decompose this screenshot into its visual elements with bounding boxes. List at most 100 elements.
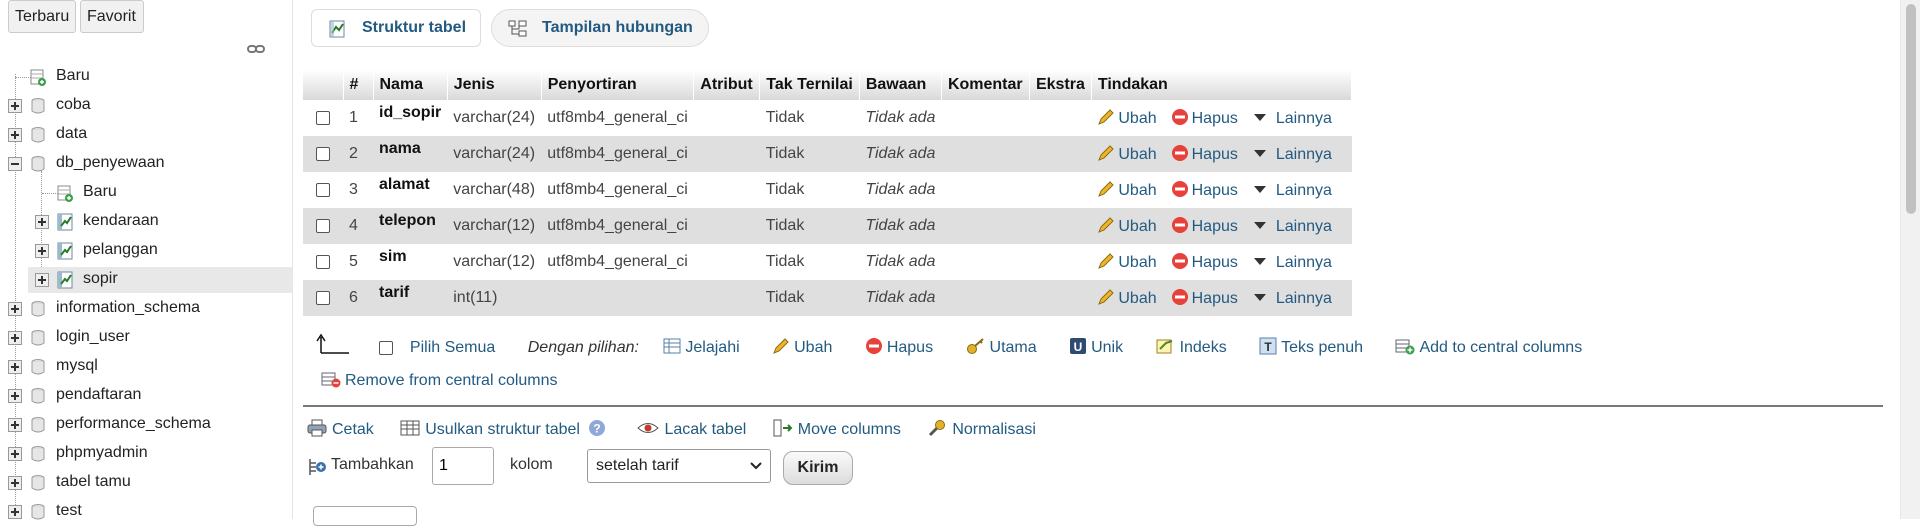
bulk-drop-button[interactable]: Hapus	[865, 338, 933, 356]
header-collation[interactable]: Penyortiran	[541, 70, 695, 100]
more-button[interactable]: Lainnya	[1252, 254, 1332, 271]
tree-db-db-penyewaan[interactable]: db_penyewaan	[0, 151, 293, 177]
expand-icon[interactable]	[8, 389, 22, 403]
header-name[interactable]: Nama	[373, 70, 448, 100]
recent-tab[interactable]: Terbaru	[8, 0, 76, 33]
print-link[interactable]: Cetak	[307, 419, 374, 438]
tree-db-test[interactable]: test	[0, 499, 293, 525]
submit-button[interactable]: Kirim	[783, 451, 853, 485]
tree-db-coba[interactable]: coba	[0, 93, 293, 119]
tree-item-label[interactable]: mysql	[56, 357, 98, 375]
tree-db-performance-schema[interactable]: performance_schema	[0, 412, 293, 438]
help-icon[interactable]: ?	[588, 419, 606, 437]
tree-item-label[interactable]: phpmyadmin	[56, 444, 148, 462]
expand-icon[interactable]	[35, 215, 49, 229]
track-table-link[interactable]: Lacak tabel	[637, 421, 746, 438]
column-name[interactable]: sim	[373, 244, 448, 280]
tree-item-label[interactable]: Baru	[83, 183, 117, 201]
bulk-primary-button[interactable]: Utama	[966, 338, 1037, 356]
edit-button[interactable]: Ubah	[1097, 217, 1157, 235]
move-columns-link[interactable]: Move columns	[773, 419, 901, 438]
expand-icon[interactable]	[35, 244, 49, 258]
edit-button[interactable]: Ubah	[1097, 145, 1157, 163]
tree-db-mysql[interactable]: mysql	[0, 354, 293, 380]
expand-icon[interactable]	[8, 418, 22, 432]
relation-view-button[interactable]: Tampilan hubungan	[491, 9, 709, 47]
tree-db-login-user[interactable]: login_user	[0, 325, 293, 351]
expand-icon[interactable]	[35, 273, 49, 287]
tree-db-data[interactable]: data	[0, 122, 293, 148]
header-null[interactable]: Tak Ternilai	[759, 70, 860, 100]
propose-structure-link[interactable]: Usulkan struktur tabel?	[400, 419, 611, 438]
more-button[interactable]: Lainnya	[1252, 110, 1332, 127]
add-central-columns-button[interactable]: Add to central columns	[1395, 339, 1582, 356]
column-name[interactable]: id_sopir	[373, 100, 448, 136]
column-name[interactable]: telepon	[373, 208, 448, 244]
tree-item-label[interactable]: test	[56, 502, 82, 520]
header-comment[interactable]: Komentar	[941, 70, 1030, 100]
bulk-fulltext-button[interactable]: T Teks penuh	[1259, 337, 1363, 356]
tree-db-tabel-tamu[interactable]: tabel tamu	[0, 470, 293, 496]
expand-icon[interactable]	[8, 99, 22, 113]
tree-item-label[interactable]: db_penyewaan	[56, 154, 165, 172]
collapse-icon[interactable]	[8, 157, 22, 171]
edit-button[interactable]: Ubah	[1097, 253, 1157, 271]
header-attributes[interactable]: Atribut	[693, 70, 761, 100]
row-checkbox[interactable]	[316, 146, 330, 161]
expand-icon[interactable]	[8, 476, 22, 490]
tree-item-label[interactable]: pelanggan	[83, 241, 158, 259]
remove-central-columns-button[interactable]: Remove from central columns	[321, 372, 558, 389]
drop-button[interactable]: Hapus	[1171, 289, 1238, 307]
row-checkbox[interactable]	[316, 110, 330, 125]
tree-table-baru[interactable]: Baru	[0, 180, 293, 206]
more-button[interactable]: Lainnya	[1252, 146, 1332, 163]
column-name[interactable]: alamat	[373, 172, 448, 208]
more-button[interactable]: Lainnya	[1252, 182, 1332, 199]
column-name[interactable]: nama	[373, 136, 448, 172]
edit-button[interactable]: Ubah	[1097, 109, 1157, 127]
expand-icon[interactable]	[8, 447, 22, 461]
row-checkbox[interactable]	[316, 290, 330, 305]
header-extra[interactable]: Ekstra	[1029, 70, 1092, 100]
bulk-index-button[interactable]: Indeks	[1156, 339, 1227, 356]
expand-icon[interactable]	[8, 505, 22, 519]
column-count-input[interactable]	[432, 447, 494, 485]
more-button[interactable]: Lainnya	[1252, 290, 1332, 307]
drop-button[interactable]: Hapus	[1171, 253, 1238, 271]
tree-item-label[interactable]: data	[56, 125, 87, 143]
tree-item-label[interactable]: coba	[56, 96, 91, 114]
tree-table-pelanggan[interactable]: pelanggan	[0, 238, 293, 264]
bulk-edit-button[interactable]: Ubah	[772, 338, 832, 356]
tree-item-label[interactable]: login_user	[56, 328, 130, 346]
drop-button[interactable]: Hapus	[1171, 145, 1238, 163]
tree-item-label[interactable]: kendaraan	[83, 212, 159, 230]
header-type[interactable]: Jenis	[447, 70, 542, 100]
tree-table-kendaraan[interactable]: kendaraan	[0, 209, 293, 235]
tree-item-label[interactable]: information_schema	[56, 299, 200, 317]
row-checkbox[interactable]	[316, 218, 330, 233]
tree-db-phpmyadmin[interactable]: phpmyadmin	[0, 441, 293, 467]
expand-icon[interactable]	[8, 360, 22, 374]
table-structure-button[interactable]: Struktur tabel	[311, 9, 481, 47]
tree-item-label[interactable]: Baru	[56, 67, 90, 85]
tree-db-information-schema[interactable]: information_schema	[0, 296, 293, 322]
check-all-checkbox[interactable]	[379, 340, 394, 355]
drop-button[interactable]: Hapus	[1171, 109, 1238, 127]
column-name[interactable]: tarif	[373, 280, 448, 316]
favorites-tab[interactable]: Favorit	[80, 0, 144, 33]
check-all-label[interactable]: Pilih Semua	[410, 339, 495, 356]
link-icon[interactable]	[247, 44, 265, 54]
header-default[interactable]: Bawaan	[859, 70, 942, 100]
tree-item-label[interactable]: tabel tamu	[56, 473, 131, 491]
tree-item-label[interactable]: performance_schema	[56, 415, 211, 433]
more-button[interactable]: Lainnya	[1252, 218, 1332, 235]
row-checkbox[interactable]	[316, 254, 330, 269]
tree-item-label[interactable]: sopir	[83, 270, 118, 288]
normalize-link[interactable]: Normalisasi	[927, 420, 1036, 438]
edit-button[interactable]: Ubah	[1097, 289, 1157, 307]
tree-item-label[interactable]: pendaftaran	[56, 386, 141, 404]
drop-button[interactable]: Hapus	[1171, 181, 1238, 199]
expand-icon[interactable]	[8, 128, 22, 142]
page-scrollbar[interactable]	[1900, 0, 1920, 519]
expand-icon[interactable]	[8, 331, 22, 345]
